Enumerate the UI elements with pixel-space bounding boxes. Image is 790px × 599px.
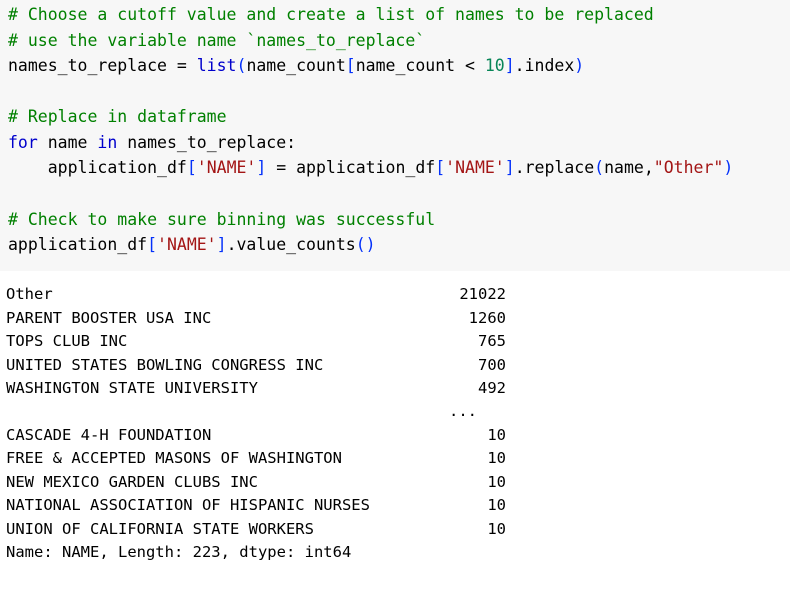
- output-row-count: 765: [478, 332, 506, 350]
- output-row: FREE & ACCEPTED MASONS OF WASHINGTON 10: [6, 448, 506, 468]
- output-row-name: WASHINGTON STATE UNIVERSITY: [6, 379, 258, 397]
- output-row-count: 700: [478, 356, 506, 374]
- code-line-for-loop: for name in names_to_replace:: [8, 133, 296, 153]
- code-token-bracket: [: [435, 158, 446, 177]
- output-ellipsis: ...: [449, 402, 477, 420]
- output-row-count: 10: [487, 426, 506, 444]
- output-row: WASHINGTON STATE UNIVERSITY 492: [6, 378, 506, 398]
- code-token: .replace: [514, 158, 595, 177]
- code-token-string: "Other": [653, 158, 724, 177]
- code-token: .value_counts: [226, 235, 356, 254]
- code-token: application_df: [8, 235, 148, 254]
- code-token-string: 'NAME': [196, 158, 257, 177]
- code-token: name,: [604, 158, 654, 177]
- code-token-paren: ): [723, 158, 734, 177]
- output-row-name: UNION OF CALIFORNIA STATE WORKERS: [6, 520, 314, 538]
- code-token-keyword: in: [97, 133, 118, 152]
- output-row: TOPS CLUB INC 765: [6, 331, 506, 351]
- code-token-bracket: [: [186, 158, 197, 177]
- output-row: NATIONAL ASSOCIATION OF HISPANIC NURSES …: [6, 495, 506, 515]
- code-token-paren: (): [355, 235, 376, 254]
- output-row: CASCADE 4-H FOUNDATION 10: [6, 425, 506, 445]
- code-comment-line: # use the variable name `names_to_replac…: [8, 31, 426, 50]
- code-token-paren: ): [574, 56, 585, 75]
- output-row: UNITED STATES BOWLING CONGRESS INC 700: [6, 355, 506, 375]
- output-row-name: TOPS CLUB INC: [6, 332, 128, 350]
- code-token-keyword: for: [8, 133, 38, 152]
- code-token: .index: [514, 56, 575, 75]
- code-token: names_to_replace =: [8, 56, 197, 75]
- code-token: name_count: [246, 56, 346, 75]
- code-token-bracket: ]: [504, 56, 515, 75]
- code-token-paren: (: [236, 56, 247, 75]
- code-token-bracket: ]: [504, 158, 515, 177]
- code-token-bracket: [: [147, 235, 158, 254]
- code-comment-line: # Check to make sure binning was success…: [8, 210, 436, 229]
- output-row-count: 10: [487, 473, 506, 491]
- code-token: name_count <: [355, 56, 485, 75]
- code-comment-line: # Choose a cutoff value and create a lis…: [8, 5, 654, 24]
- code-token-bracket: ]: [216, 235, 227, 254]
- output-row-name: PARENT BOOSTER USA INC: [6, 309, 212, 327]
- output-row-count: 21022: [459, 285, 506, 303]
- code-token: name: [37, 133, 98, 152]
- code-token-builtin: list: [196, 56, 237, 75]
- output-row-count: 10: [487, 496, 506, 514]
- code-token-number: 10: [484, 56, 505, 75]
- output-row-name: NATIONAL ASSOCIATION OF HISPANIC NURSES: [6, 496, 370, 514]
- output-row: UNION OF CALIFORNIA STATE WORKERS 10: [6, 519, 506, 539]
- code-cell[interactable]: # Choose a cutoff value and create a lis…: [0, 0, 790, 271]
- code-token-string: 'NAME': [445, 158, 505, 177]
- code-token: names_to_replace:: [117, 133, 297, 152]
- output-row-name: CASCADE 4-H FOUNDATION: [6, 426, 212, 444]
- output-row-name: FREE & ACCEPTED MASONS OF WASHINGTON: [6, 449, 342, 467]
- code-token-bracket: ]: [256, 158, 267, 177]
- code-token: application_df: [47, 158, 187, 177]
- code-token-string: 'NAME': [157, 235, 217, 254]
- output-row-name: NEW MEXICO GARDEN CLUBS INC: [6, 473, 258, 491]
- code-token: = application_df: [266, 158, 436, 177]
- output-row-count: 10: [487, 520, 506, 538]
- code-line-replace: application_df['NAME'] = application_df[…: [8, 158, 734, 178]
- output-row: NEW MEXICO GARDEN CLUBS INC 10: [6, 472, 506, 492]
- output-footer: Name: NAME, Length: 223, dtype: int64: [6, 543, 352, 561]
- output-row: PARENT BOOSTER USA INC 1260: [6, 308, 506, 328]
- code-token-paren: (: [594, 158, 605, 177]
- code-line-value-counts: application_df['NAME'].value_counts(): [8, 235, 376, 255]
- output-row-count: 10: [487, 449, 506, 467]
- code-comment-line: # Replace in dataframe: [8, 107, 227, 126]
- output-row-count: 1260: [468, 309, 506, 327]
- code-token-bracket: [: [345, 56, 356, 75]
- output-row-count: 492: [478, 379, 506, 397]
- output-row-name: Other: [6, 285, 53, 303]
- code-line-names-to-replace: names_to_replace = list(name_count[name_…: [8, 56, 584, 76]
- output-cell: Other 21022 PARENT BOOSTER USA INC 1260 …: [0, 271, 790, 573]
- output-row-name: UNITED STATES BOWLING CONGRESS INC: [6, 356, 324, 374]
- output-row: Other 21022: [6, 284, 506, 304]
